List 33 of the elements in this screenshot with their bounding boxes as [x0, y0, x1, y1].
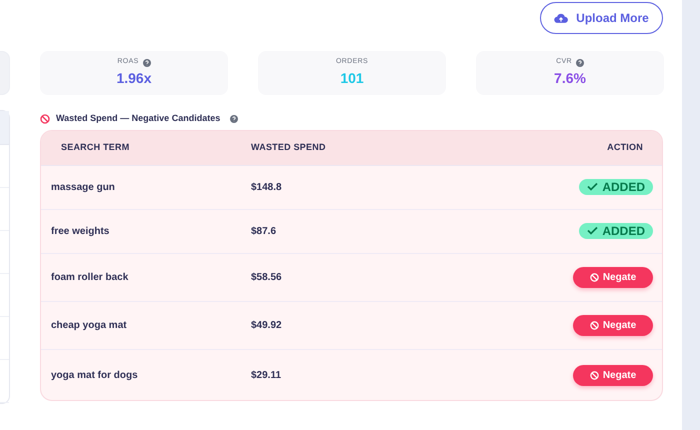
search-term-cell-text: free weights	[50, 225, 110, 239]
prohibited-icon	[590, 321, 599, 330]
column-header: WASTED SPEND	[251, 141, 327, 154]
prohibited-icon	[40, 114, 50, 124]
upload-more-button[interactable]: Upload More	[540, 2, 663, 34]
wasted-spend-cell-text: $148.8	[251, 181, 283, 195]
search-term-cell-text: cheap yoga mat	[50, 319, 128, 333]
section-title: Wasted Spend — Negative Candidates	[56, 112, 220, 126]
help-icon	[576, 58, 584, 66]
column-header: SEARCH TERM	[60, 141, 130, 154]
help-icon	[230, 115, 238, 123]
check-icon	[587, 226, 598, 236]
search-term-cell-text: yoga mat for dogs	[50, 368, 139, 382]
negate-button[interactable]: Negate	[573, 364, 653, 386]
prohibited-icon	[590, 370, 599, 380]
wasted-spend-cell-text: $58.56	[251, 271, 283, 285]
wasted-spend-cell-text: $87.6	[251, 225, 278, 239]
prohibited-icon	[590, 273, 599, 282]
stat-value: 1.96x	[116, 68, 152, 88]
wasted-spend-cell-text: $49.92	[251, 319, 283, 333]
column-header: ACTION	[607, 141, 644, 154]
stat-value: 101	[340, 68, 364, 88]
search-term-cell-text: massage gun	[50, 181, 116, 195]
cloud-upload-icon	[554, 12, 568, 24]
check-icon	[587, 182, 598, 192]
help-icon	[142, 58, 151, 66]
added-badge: ADDED	[579, 222, 653, 239]
stat-value: 7.6%	[554, 68, 586, 88]
negate-button[interactable]: Negate	[573, 267, 653, 288]
added-badge: ADDED	[579, 178, 653, 195]
wasted-spend-cell-text: $29.11	[251, 368, 282, 382]
negate-button[interactable]: Negate	[573, 315, 653, 336]
search-term-cell-text: foam roller back	[50, 271, 130, 285]
